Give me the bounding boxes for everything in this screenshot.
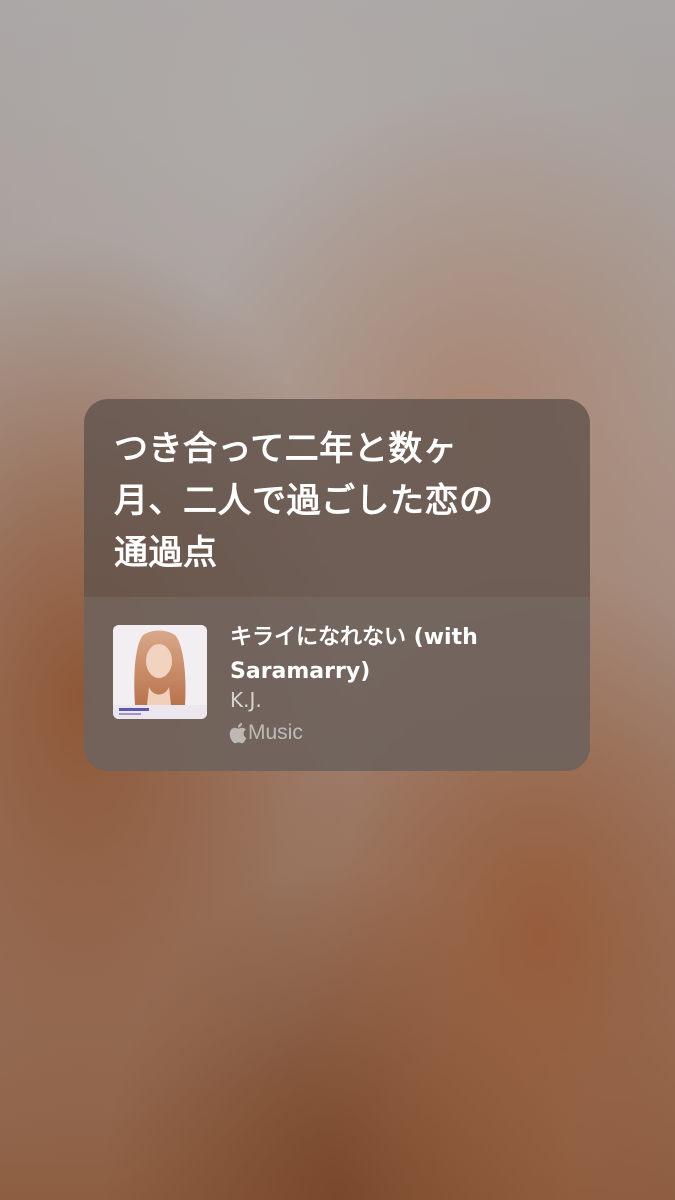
apple-logo-icon xyxy=(229,722,247,744)
song-title-line: キライになれない (with xyxy=(230,625,478,650)
album-artwork[interactable] xyxy=(113,625,207,719)
album-artwork-image xyxy=(113,625,207,719)
song-title[interactable]: キライになれない (with Saramarry) xyxy=(230,621,560,689)
service-label: Music xyxy=(248,721,303,744)
lyric-share-card[interactable]: つき合って二年と数ヶ 月、二人で過ごした恋の 通過点 キライになれない (wit… xyxy=(84,399,590,771)
artist-name[interactable]: K.J. xyxy=(230,687,262,713)
track-info[interactable]: キライになれない (with Saramarry) K.J. Music xyxy=(84,597,590,771)
apple-music-label: Music xyxy=(228,719,303,747)
lyric-line: つき合って二年と数ヶ xyxy=(114,429,458,469)
lyric-text: つき合って二年と数ヶ 月、二人で過ごした恋の 通過点 xyxy=(114,423,570,579)
lyric-line: 月、二人で過ごした恋の xyxy=(114,481,494,521)
song-title-line: Saramarry) xyxy=(230,659,371,684)
lyric-line: 通過点 xyxy=(114,533,218,573)
